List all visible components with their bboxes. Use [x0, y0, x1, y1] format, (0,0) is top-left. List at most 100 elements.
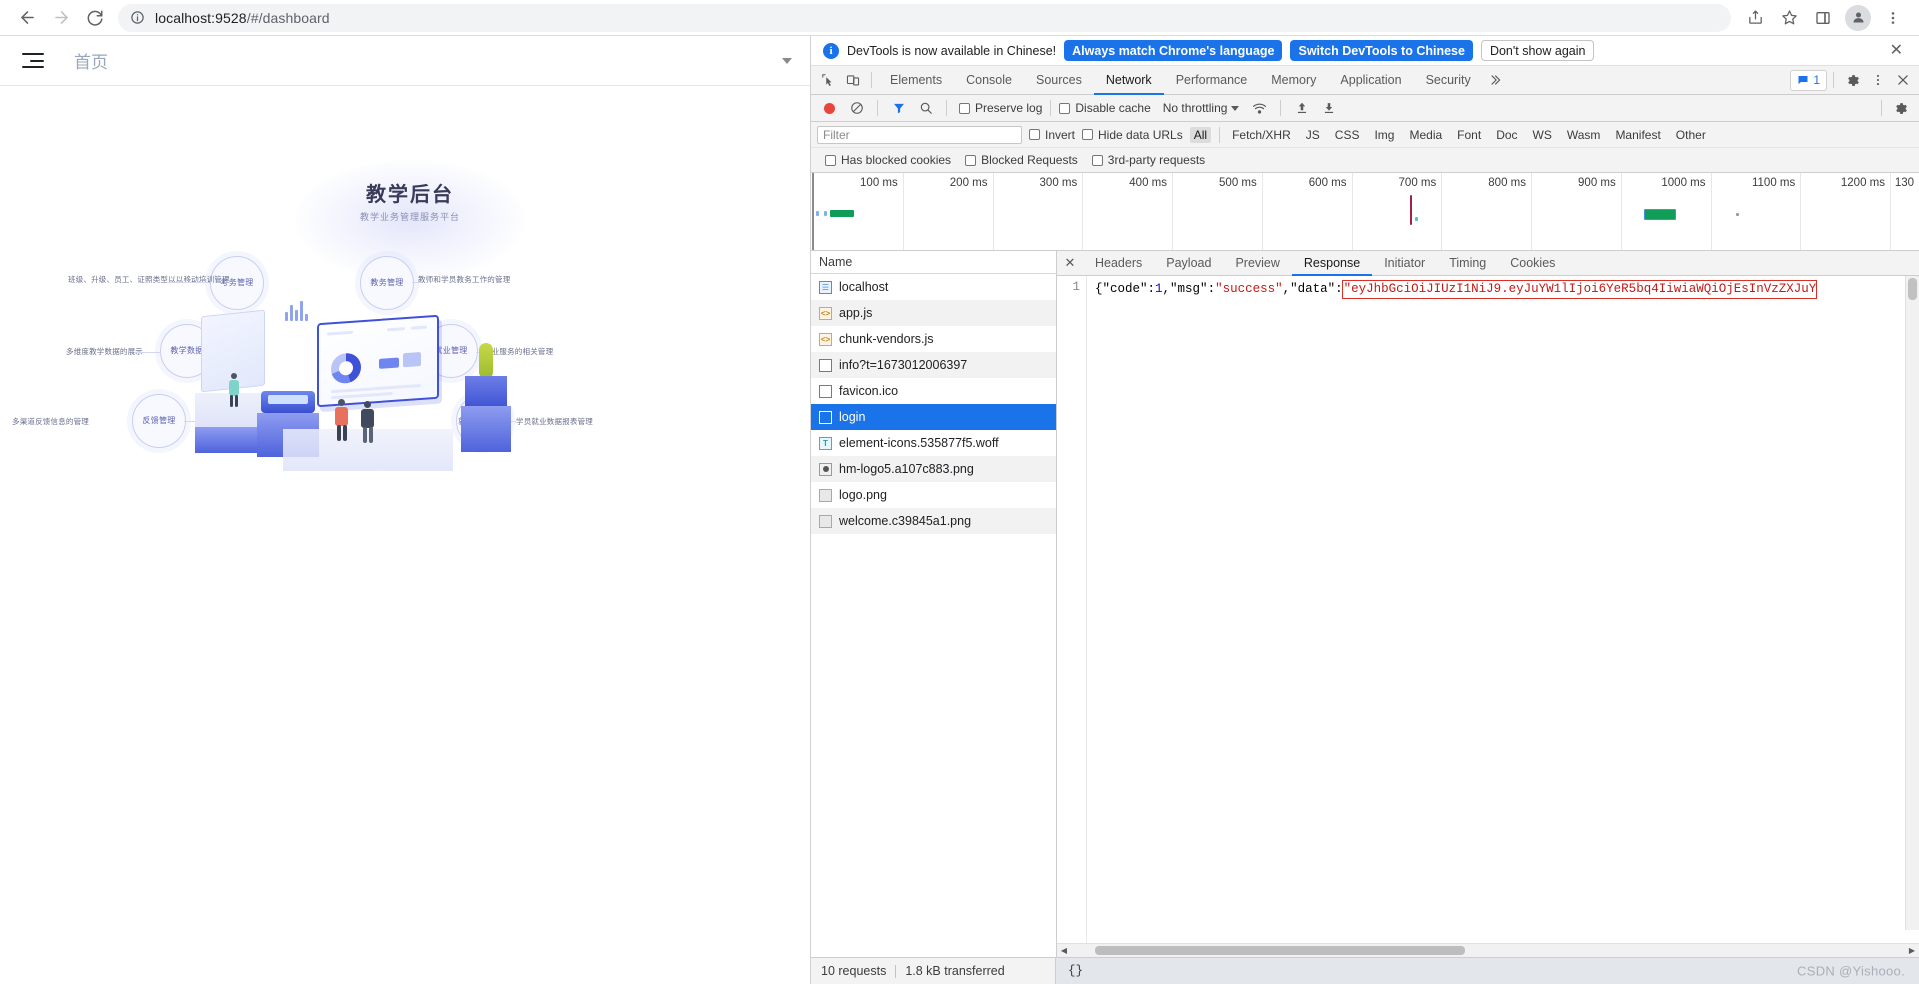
search-requests-button[interactable] — [913, 96, 938, 121]
devtools-settings-gear-icon[interactable] — [1840, 68, 1865, 93]
filter-type-wasm[interactable]: Wasm — [1563, 127, 1605, 143]
more-tabs-chevron-icon[interactable] — [1483, 68, 1508, 93]
filter-type-js[interactable]: JS — [1302, 127, 1324, 143]
table-row[interactable]: <> app.js — [811, 300, 1056, 326]
tab-security[interactable]: Security — [1414, 66, 1483, 95]
third-party-requests-checkbox[interactable]: 3rd-party requests — [1092, 153, 1205, 167]
device-toolbar-icon[interactable] — [840, 68, 865, 93]
tab-memory[interactable]: Memory — [1259, 66, 1328, 95]
devtools-kebab-menu-icon[interactable] — [1865, 68, 1890, 93]
scrollbar-track[interactable] — [1071, 944, 1905, 957]
overview-bar — [824, 211, 827, 216]
side-panel-button[interactable] — [1807, 2, 1839, 34]
tab-sources[interactable]: Sources — [1024, 66, 1094, 95]
reload-button[interactable] — [78, 1, 112, 35]
profile-button[interactable] — [1845, 5, 1871, 31]
has-blocked-cookies-checkbox[interactable]: Has blocked cookies — [825, 153, 951, 167]
tab-timing[interactable]: Timing — [1437, 251, 1498, 276]
overview-tick-label: 900 ms — [1578, 177, 1616, 189]
tab-network[interactable]: Network — [1094, 66, 1164, 95]
notice-close-icon[interactable]: ✕ — [1884, 43, 1909, 59]
filter-input[interactable] — [817, 126, 1022, 144]
overview-bar — [1415, 217, 1418, 221]
tab-response[interactable]: Response — [1292, 251, 1372, 276]
address-bar[interactable]: localhost:9528/#/dashboard — [118, 4, 1731, 32]
filter-type-img[interactable]: Img — [1370, 127, 1398, 143]
filter-type-font[interactable]: Font — [1453, 127, 1485, 143]
overview-tick: 700 ms — [1353, 173, 1443, 250]
filter-type-other[interactable]: Other — [1672, 127, 1710, 143]
response-vertical-scrollbar[interactable] — [1905, 276, 1919, 930]
overview-tick: 500 ms — [1173, 173, 1263, 250]
filter-type-media[interactable]: Media — [1405, 127, 1446, 143]
invert-checkbox[interactable]: Invert — [1029, 128, 1075, 142]
dont-show-again-button[interactable]: Don't show again — [1481, 40, 1595, 61]
console-message-badge[interactable]: 1 — [1790, 70, 1827, 91]
filter-type-ws[interactable]: WS — [1529, 127, 1556, 143]
header-chevron-down-icon[interactable] — [782, 58, 792, 64]
table-row[interactable]: logo.png — [811, 482, 1056, 508]
table-row[interactable]: hm-logo5.a107c883.png — [811, 456, 1056, 482]
scrollbar-thumb[interactable] — [1908, 278, 1917, 300]
network-conditions-button[interactable] — [1247, 96, 1272, 121]
switch-devtools-to-chinese-button[interactable]: Switch DevTools to Chinese — [1290, 40, 1472, 61]
pretty-print-icon[interactable]: {} — [1068, 964, 1083, 978]
overview-event-marker — [1410, 195, 1412, 225]
filter-type-fetch-xhr[interactable]: Fetch/XHR — [1228, 127, 1295, 143]
chrome-menu-button[interactable] — [1877, 2, 1909, 34]
tab-initiator[interactable]: Initiator — [1372, 251, 1437, 276]
filter-type-doc[interactable]: Doc — [1492, 127, 1521, 143]
inspect-element-icon[interactable] — [815, 68, 840, 93]
table-row[interactable]: info?t=1673012006397 — [811, 352, 1056, 378]
tab-payload[interactable]: Payload — [1154, 251, 1223, 276]
scrollbar-thumb[interactable] — [1095, 946, 1465, 955]
import-har-upload-icon — [1295, 101, 1309, 115]
tab-application[interactable]: Application — [1328, 66, 1413, 95]
table-row[interactable]: <> chunk-vendors.js — [811, 326, 1056, 352]
tab-headers[interactable]: Headers — [1083, 251, 1154, 276]
scroll-right-arrow-icon[interactable]: ▶ — [1905, 946, 1919, 955]
table-row[interactable]: T element-icons.535877f5.woff — [811, 430, 1056, 456]
share-button[interactable] — [1739, 2, 1771, 34]
filter-type-all[interactable]: All — [1190, 127, 1211, 143]
toggle-filter-button[interactable] — [886, 96, 911, 121]
network-settings-gear-icon[interactable] — [1888, 96, 1913, 121]
devtools-close-icon[interactable] — [1890, 68, 1915, 93]
script-icon: <> — [819, 333, 832, 346]
record-button[interactable] — [817, 96, 842, 121]
tab-performance[interactable]: Performance — [1164, 66, 1260, 95]
tab-preview[interactable]: Preview — [1223, 251, 1291, 276]
scroll-left-arrow-icon[interactable]: ◀ — [1057, 946, 1071, 955]
import-har-button[interactable] — [1289, 96, 1314, 121]
clear-requests-button[interactable] — [844, 96, 869, 121]
sidebar-toggle-icon[interactable] — [22, 51, 44, 71]
close-detail-icon[interactable]: ✕ — [1057, 255, 1083, 271]
network-filter-bar: Invert Hide data URLs All Fetch/XHR JS C… — [811, 122, 1919, 148]
preserve-log-checkbox[interactable]: Preserve log — [959, 101, 1042, 115]
request-column-header[interactable]: Name — [811, 251, 1056, 274]
table-row[interactable]: ☰ localhost — [811, 274, 1056, 300]
network-status-bar: 10 requests 1.8 kB transferred {} CSDN @… — [811, 958, 1919, 984]
blocked-requests-checkbox[interactable]: Blocked Requests — [965, 153, 1078, 167]
back-button[interactable] — [10, 1, 44, 35]
always-match-language-button[interactable]: Always match Chrome's language — [1064, 40, 1282, 61]
hide-data-urls-checkbox[interactable]: Hide data URLs — [1082, 128, 1183, 142]
throttling-select[interactable]: No throttling — [1163, 101, 1240, 115]
json-msg-key: "msg" — [1170, 282, 1208, 296]
filter-type-css[interactable]: CSS — [1331, 127, 1364, 143]
site-info-icon[interactable] — [130, 10, 145, 25]
forward-button[interactable] — [44, 1, 78, 35]
network-overview-timeline[interactable]: 100 ms 200 ms 300 ms 400 ms — [811, 173, 1919, 251]
export-har-button[interactable] — [1316, 96, 1341, 121]
bookmark-button[interactable] — [1773, 2, 1805, 34]
tab-elements[interactable]: Elements — [878, 66, 954, 95]
disable-cache-checkbox[interactable]: Disable cache — [1059, 101, 1150, 115]
response-horizontal-scrollbar[interactable]: ◀ ▶ — [1057, 943, 1919, 957]
table-row[interactable]: login — [811, 404, 1056, 430]
response-body-viewer[interactable]: 1 {"code":1,"msg":"success","data":"eyJh… — [1057, 276, 1919, 943]
tab-cookies[interactable]: Cookies — [1498, 251, 1567, 276]
table-row[interactable]: welcome.c39845a1.png — [811, 508, 1056, 534]
tab-console[interactable]: Console — [954, 66, 1024, 95]
table-row[interactable]: favicon.ico — [811, 378, 1056, 404]
filter-type-manifest[interactable]: Manifest — [1611, 127, 1664, 143]
